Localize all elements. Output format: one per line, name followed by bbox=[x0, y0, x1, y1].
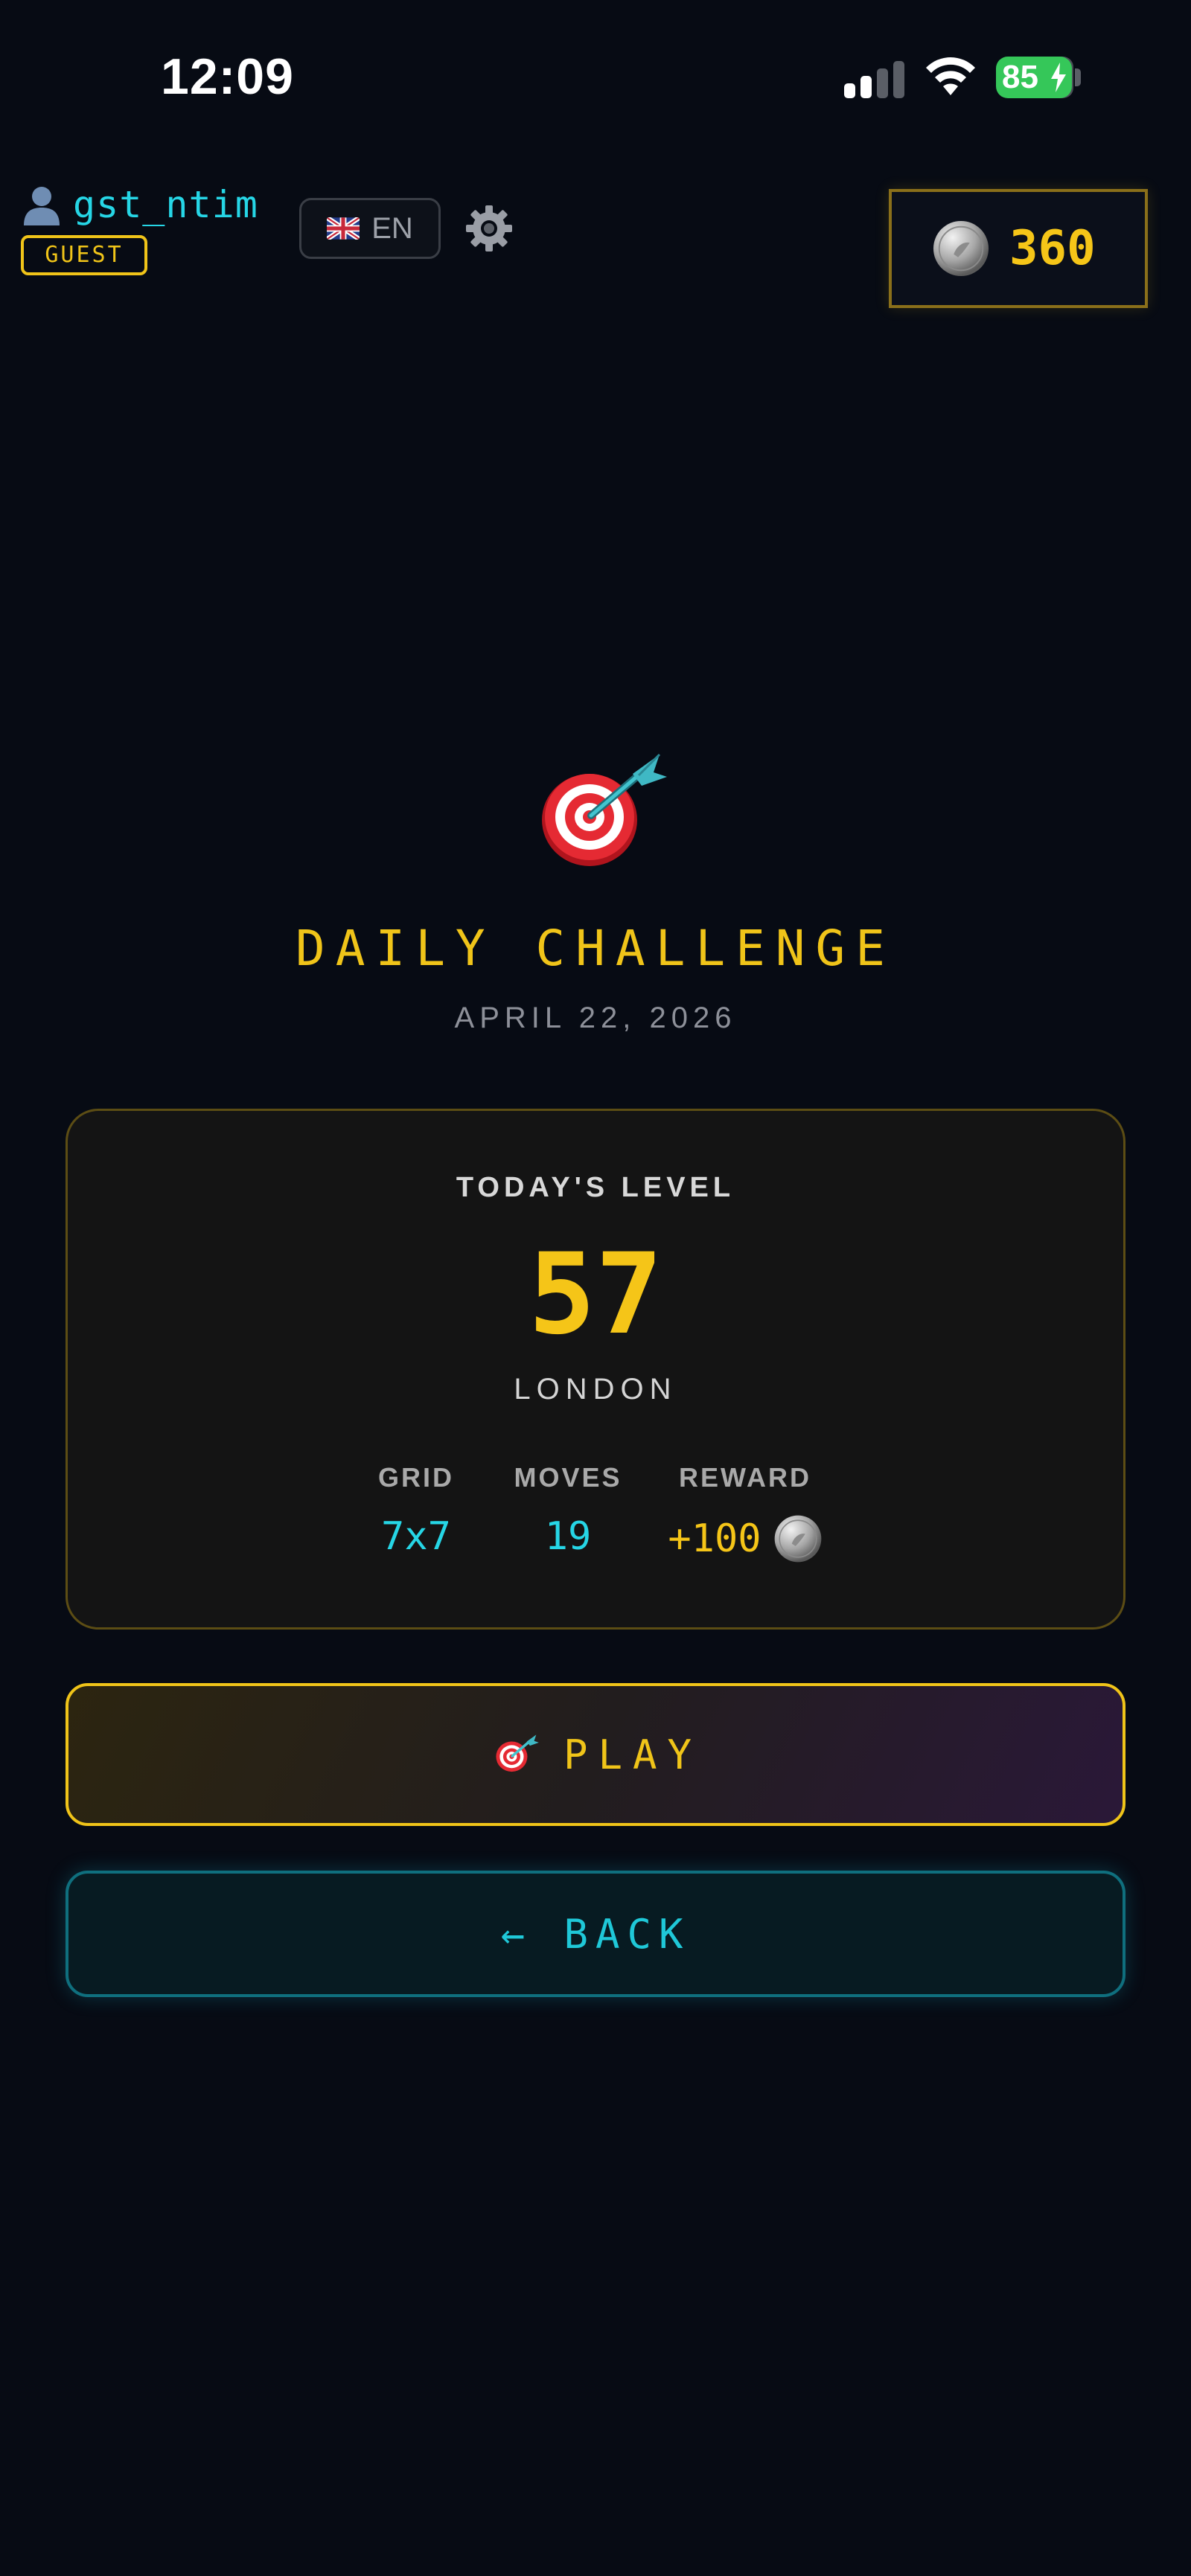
charging-bolt-icon bbox=[1051, 63, 1066, 92]
level-city: LONDON bbox=[514, 1373, 677, 1406]
stat-moves: MOVES 19 bbox=[486, 1462, 650, 1559]
back-label: ← BACK bbox=[500, 1910, 691, 1958]
language-selector[interactable]: EN bbox=[299, 198, 441, 259]
gear-icon[interactable] bbox=[463, 202, 515, 254]
page-title: DAILY CHALLENGE bbox=[295, 920, 896, 977]
play-button[interactable]: PLAY bbox=[66, 1683, 1125, 1826]
stat-reward: REWARD +100 bbox=[656, 1462, 834, 1563]
cellular-signal-icon bbox=[844, 61, 905, 98]
play-label: PLAY bbox=[563, 1731, 703, 1778]
daily-challenge-screen: 12:09 85 gst_ntim GUEST EN 360 DAILY CHA… bbox=[0, 0, 1191, 2576]
username: gst_ntim bbox=[73, 183, 258, 226]
status-time: 12:09 bbox=[161, 48, 294, 105]
stat-label: GRID bbox=[378, 1462, 454, 1493]
reward-amount: +100 bbox=[668, 1516, 761, 1561]
coin-balance[interactable]: 360 bbox=[889, 189, 1148, 308]
stat-value: 7x7 bbox=[381, 1514, 451, 1559]
language-code: EN bbox=[371, 211, 413, 245]
stat-value: +100 bbox=[656, 1514, 834, 1563]
guest-badge: GUEST bbox=[21, 235, 147, 275]
card-label: TODAY'S LEVEL bbox=[456, 1172, 735, 1203]
stat-label: MOVES bbox=[514, 1462, 622, 1493]
challenge-date: APRIL 22, 2026 bbox=[454, 1002, 737, 1034]
wifi-icon bbox=[926, 57, 975, 95]
user-silhouette-icon bbox=[24, 187, 60, 225]
stat-label: REWARD bbox=[679, 1462, 811, 1493]
silver-coin-icon bbox=[774, 1515, 821, 1563]
back-button[interactable]: ← BACK bbox=[66, 1871, 1125, 1997]
silver-coin-icon bbox=[933, 220, 989, 277]
stat-value: 19 bbox=[544, 1514, 592, 1559]
uk-flag-icon bbox=[327, 217, 360, 240]
dart-target-icon bbox=[496, 1734, 539, 1772]
level-number: 57 bbox=[528, 1230, 663, 1359]
stat-grid: GRID 7x7 bbox=[349, 1462, 483, 1559]
dart-target-icon bbox=[542, 753, 667, 866]
user-profile[interactable]: gst_ntim bbox=[21, 183, 258, 226]
battery-tip bbox=[1075, 68, 1081, 86]
level-card: TODAY'S LEVEL 57 LONDON GRID 7x7 MOVES 1… bbox=[66, 1109, 1125, 1630]
coin-amount: 360 bbox=[1009, 221, 1096, 276]
